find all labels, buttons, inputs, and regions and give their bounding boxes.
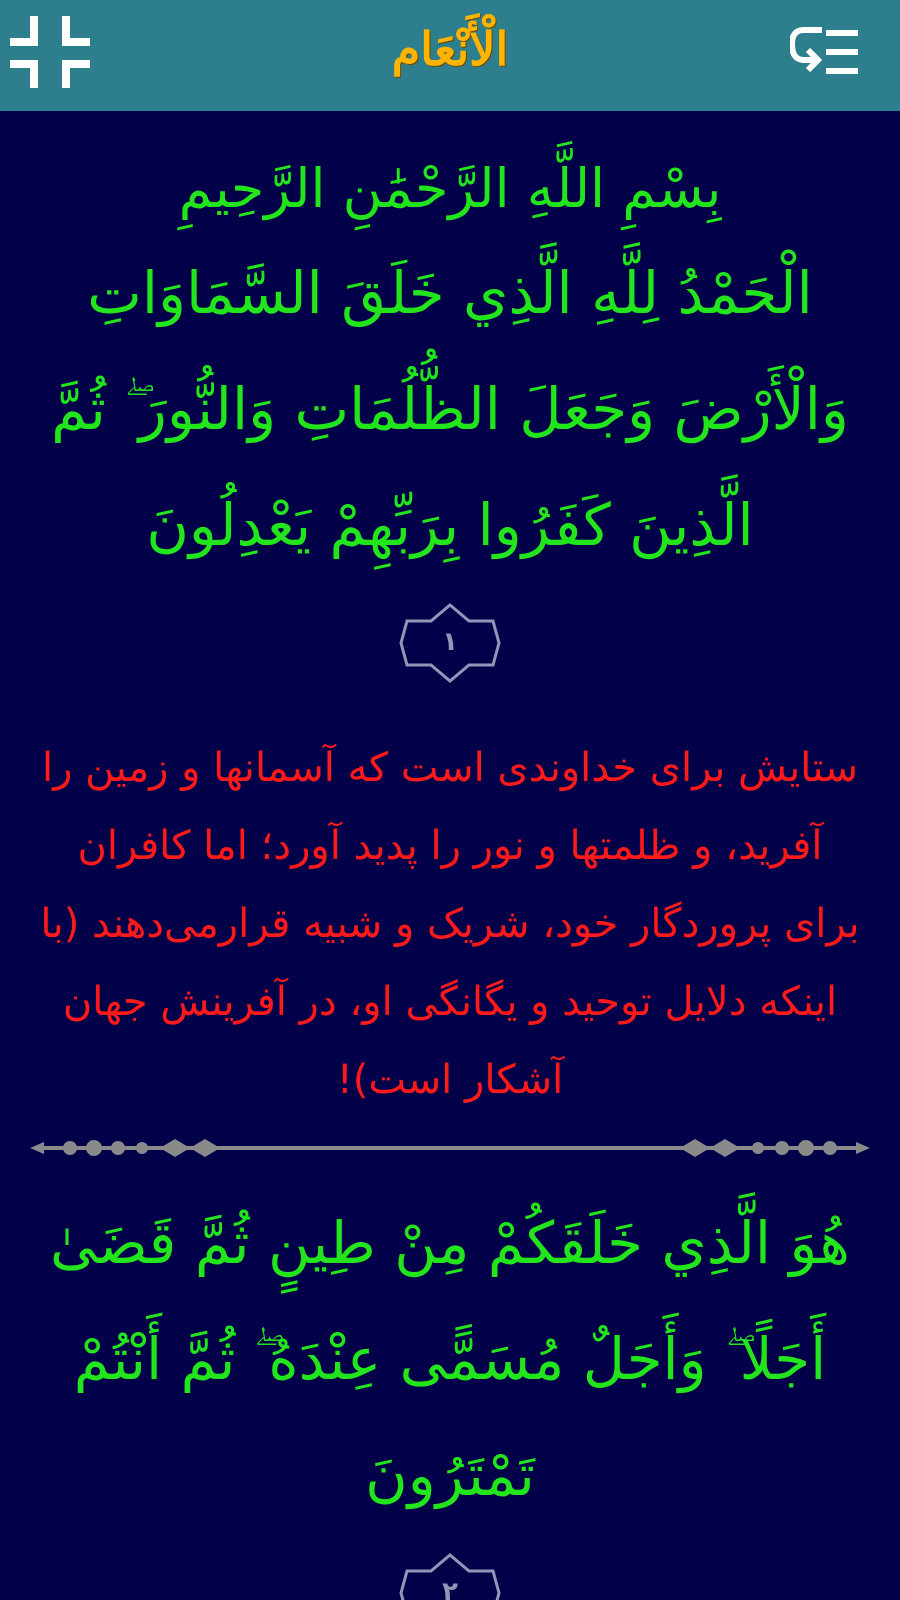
contents-menu-icon[interactable] <box>788 16 870 88</box>
reading-pane[interactable]: بِسْمِ اللَّهِ الرَّحْمَٰنِ الرَّحِيمِ ا… <box>0 111 900 1600</box>
surah-title: الْأَنْعَام <box>391 22 509 76</box>
ayah-number-marker: ٢ <box>395 1553 505 1600</box>
verse-2-arabic: هُوَ الَّذِي خَلَقَكُمْ مِنْ طِينٍ ثُمَّ… <box>50 1209 850 1509</box>
verse-1-translation: ستایش برای خداوندی است که آسمانها و زمین… <box>40 745 860 1103</box>
ayah-number: ١ <box>442 627 458 657</box>
top-app-bar: الْأَنْعَام <box>0 0 900 111</box>
ayah-number-marker: ١ <box>395 603 505 683</box>
ornamental-divider <box>30 1139 870 1157</box>
basmala: بِسْمِ اللَّهِ الرَّحْمَٰنِ الرَّحِيمِ <box>178 157 722 220</box>
ayah-number: ٢ <box>442 1577 458 1600</box>
verse-1-arabic: الْحَمْدُ لِلَّهِ الَّذِي خَلَقَ السَّمَ… <box>51 259 849 559</box>
